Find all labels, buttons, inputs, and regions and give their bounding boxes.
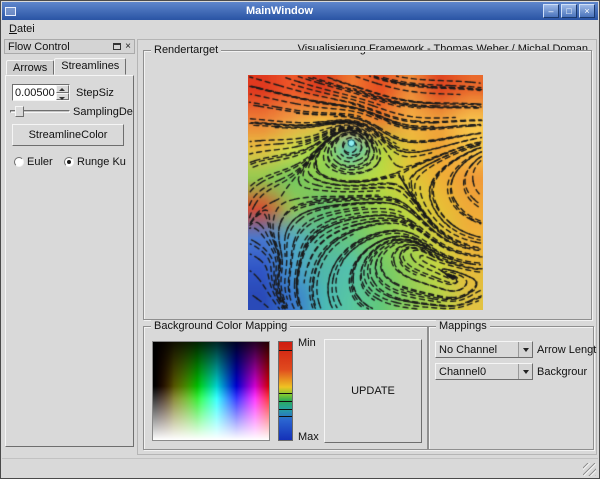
- colorbar: [278, 341, 293, 441]
- arrow-length-label: Arrow Lengt: [537, 344, 596, 356]
- mappings-title: Mappings: [436, 320, 490, 332]
- stepsize-spinbox[interactable]: 0.00500: [12, 84, 70, 101]
- radio-row-runge-kutta: Runge Ku: [64, 156, 126, 168]
- arrow-length-combo[interactable]: No Channel: [435, 341, 533, 358]
- arrow-length-combo-value: No Channel: [436, 344, 518, 356]
- streamlines-tab-panel: 0.00500 StepSiz SamplingDe StreamlineCol…: [5, 75, 134, 447]
- tab-arrows[interactable]: Arrows: [6, 60, 54, 75]
- chevron-down-icon[interactable]: [518, 364, 532, 379]
- window-title: MainWindow: [16, 5, 543, 17]
- resize-grip[interactable]: [583, 463, 596, 476]
- maximize-icon[interactable]: □: [561, 4, 577, 18]
- colorbar-tick: [279, 401, 292, 402]
- background-channel-combo-value: Channel0: [436, 366, 518, 378]
- dock-titlebar[interactable]: Flow Control ×: [4, 39, 135, 54]
- rendertarget-group: Rendertarget: [143, 50, 592, 320]
- dock-title: Flow Control: [8, 41, 70, 53]
- sampling-slider[interactable]: [10, 105, 70, 118]
- radio-euler[interactable]: [14, 157, 24, 167]
- colorbar-tick: [279, 416, 292, 417]
- menu-datei-rest: atei: [17, 23, 35, 35]
- colorbar-tick: [279, 393, 292, 394]
- color-map-square[interactable]: [152, 341, 270, 441]
- background-channel-combo[interactable]: Channel0: [435, 363, 533, 380]
- streamline-color-button[interactable]: StreamlineColor: [12, 124, 124, 146]
- background-label: Backgrour: [537, 366, 587, 378]
- radio-row-euler: Euler: [14, 156, 53, 168]
- rendertarget-title: Rendertarget: [151, 44, 221, 56]
- stepsize-label: StepSiz: [76, 87, 114, 99]
- tab-streamlines[interactable]: Streamlines: [54, 58, 126, 75]
- background-color-mapping-title: Background Color Mapping: [151, 320, 290, 332]
- flow-control-dock: Flow Control × ArrowsStreamlines 0.00500…: [4, 39, 135, 453]
- dock-controls: ×: [113, 43, 131, 51]
- sampling-label: SamplingDe: [73, 106, 133, 118]
- chevron-down-icon[interactable]: [518, 342, 532, 357]
- window-icon: [5, 7, 16, 16]
- spin-buttons: [56, 85, 69, 100]
- radio-runge-label: Runge Ku: [77, 156, 126, 168]
- spin-down-icon[interactable]: [56, 93, 69, 101]
- dock-close-icon[interactable]: ×: [125, 43, 131, 51]
- radio-runge-kutta[interactable]: [64, 157, 74, 167]
- colorbar-min-label: Min: [298, 337, 316, 349]
- window-controls: – □ ×: [543, 4, 595, 18]
- dock-tabbar: ArrowsStreamlines: [6, 58, 126, 75]
- colorbar-max-label: Max: [298, 431, 319, 443]
- slider-handle[interactable]: [15, 106, 24, 117]
- minimize-icon[interactable]: –: [543, 4, 559, 18]
- close-icon[interactable]: ×: [579, 4, 595, 18]
- statusbar: [2, 458, 598, 478]
- colorbar-tick: [279, 350, 292, 351]
- spin-up-icon[interactable]: [56, 85, 69, 93]
- menubar: Datei: [2, 20, 598, 38]
- menu-datei[interactable]: Datei: [2, 21, 42, 37]
- colorbar-tick: [279, 409, 292, 410]
- update-button[interactable]: UPDATE: [324, 339, 422, 443]
- radio-euler-label: Euler: [27, 156, 53, 168]
- menu-datei-accel: D: [9, 23, 17, 35]
- flow-visualization-canvas[interactable]: [248, 75, 483, 310]
- titlebar[interactable]: MainWindow – □ ×: [2, 2, 598, 20]
- background-color-mapping-group: Background Color Mapping Min Max UPDATE: [143, 326, 428, 450]
- dock-float-icon[interactable]: [113, 43, 121, 50]
- mappings-group: Mappings No Channel Arrow Lengt Channel0…: [428, 326, 594, 450]
- stepsize-value: 0.00500: [13, 85, 56, 100]
- central-panel: Visualisierung Framework - Thomas Weber …: [137, 39, 597, 455]
- app-window: { "window": { "title": "MainWindow" }, "…: [0, 0, 600, 479]
